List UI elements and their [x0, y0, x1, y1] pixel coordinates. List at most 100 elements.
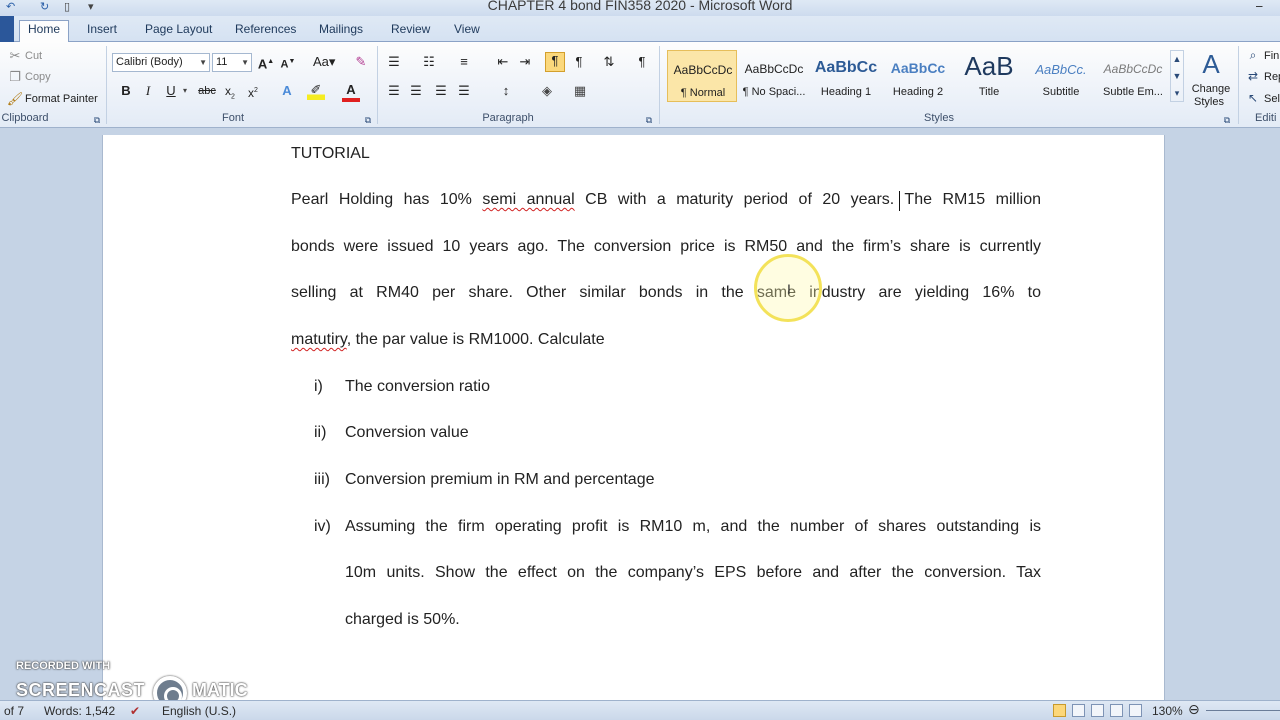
copy-icon: ❐	[9, 69, 21, 84]
justify-icon[interactable]: ☰	[455, 83, 473, 101]
font-size-select[interactable]: 11 ▼	[212, 53, 252, 72]
print-layout-view-icon[interactable]	[1053, 704, 1066, 717]
style-normal[interactable]: AaBbCcDc ¶ Normal	[667, 50, 737, 102]
change-styles-label-2[interactable]: Styles	[1189, 95, 1229, 109]
shading-icon[interactable]: ◈	[538, 83, 556, 101]
draft-view-icon[interactable]	[1129, 704, 1142, 717]
find-icon[interactable]: ⌕	[1244, 47, 1262, 65]
file-tab[interactable]	[0, 16, 14, 42]
list-number: i)	[314, 378, 323, 395]
style-subtitle[interactable]: AaBbCc. Subtitle	[1026, 50, 1096, 102]
subscript-icon[interactable]: x2	[221, 83, 239, 101]
close-window-icon[interactable]: ⎯	[1256, 0, 1272, 13]
web-layout-view-icon[interactable]	[1091, 704, 1104, 717]
spelling-error[interactable]: matutiry	[291, 331, 347, 348]
change-case-icon[interactable]: Aa▾	[313, 54, 335, 72]
cut-button[interactable]: Cut	[25, 49, 42, 63]
line-spacing-icon[interactable]: ↕	[497, 83, 515, 101]
spelling-error[interactable]: semi annual	[482, 191, 574, 208]
superscript-icon[interactable]: x2	[244, 83, 262, 101]
align-left-icon[interactable]: ☰	[385, 83, 403, 101]
underline-icon[interactable]: U	[162, 83, 180, 101]
replace-button[interactable]: Rep	[1264, 70, 1280, 84]
right-to-left-icon[interactable]: ¶	[570, 54, 588, 72]
style-sample: AaBbCc.	[1035, 62, 1087, 77]
watermark-brand-part-1: SCREENCAST	[16, 680, 146, 700]
style-sample: AaBbCcDc	[673, 63, 733, 77]
font-color-icon[interactable]: A	[342, 82, 360, 102]
tab-page-layout[interactable]: Page Layout	[137, 21, 220, 42]
style-no-spacing[interactable]: AaBbCcDc ¶ No Spaci...	[739, 50, 809, 102]
text-effects-icon[interactable]: A	[278, 83, 296, 101]
tab-mailings[interactable]: Mailings	[311, 21, 371, 42]
font-family-select[interactable]: Calibri (Body) ▼	[112, 53, 210, 72]
strikethrough-icon[interactable]: abc	[196, 83, 218, 101]
bold-icon[interactable]: B	[117, 83, 135, 101]
font-size-value: 11	[216, 56, 228, 68]
tab-review[interactable]: Review	[383, 21, 438, 42]
document-page[interactable]: TUTORIAL Pearl Holding has 10% semi annu…	[102, 135, 1165, 705]
proofing-icon[interactable]: ✔	[130, 704, 140, 718]
window-title: CHAPTER 4 bond FIN358 2020 - Microsoft W…	[487, 0, 793, 13]
style-heading-2[interactable]: AaBbCc Heading 2	[883, 50, 953, 102]
clipboard-group-label: Clipboard	[1, 112, 49, 124]
zoom-level[interactable]: 130%	[1152, 704, 1183, 718]
style-title[interactable]: AaB Title	[954, 50, 1024, 102]
find-button[interactable]: Fin	[1264, 49, 1279, 63]
status-bar: of 7 Words: 1,542 ✔ English (U.S.) 130% …	[0, 700, 1280, 720]
outline-view-icon[interactable]	[1110, 704, 1123, 717]
editing-group-label: Editi	[1255, 112, 1277, 124]
grow-font-icon[interactable]: A▲	[257, 54, 275, 72]
text-run: , the par value is RM1000. Calculate	[346, 331, 605, 348]
document-area[interactable]: TUTORIAL Pearl Holding has 10% semi annu…	[0, 128, 1280, 705]
select-button[interactable]: Sel	[1264, 92, 1280, 106]
chevron-down-icon[interactable]: ▾	[181, 83, 189, 101]
show-formatting-icon[interactable]: ¶	[633, 54, 651, 72]
language-indicator[interactable]: English (U.S.)	[162, 704, 236, 718]
tab-view[interactable]: View	[446, 21, 488, 42]
list-item-continued: charged is 50%.	[345, 611, 460, 628]
align-center-icon[interactable]: ☰	[407, 83, 425, 101]
shrink-font-icon[interactable]: A▼	[279, 54, 297, 72]
word-count[interactable]: Words: 1,542	[44, 704, 115, 718]
change-styles-icon[interactable]: A	[1196, 48, 1226, 80]
sort-icon[interactable]: ⇅	[600, 54, 618, 72]
style-sample: AaBbCc	[890, 60, 946, 76]
page-count[interactable]: of 7	[4, 704, 24, 718]
i-beam-cursor-icon: I	[787, 281, 791, 297]
bullets-icon[interactable]: ☰	[385, 54, 403, 72]
tab-insert[interactable]: Insert	[79, 21, 125, 42]
paragraph-line-4: matutiry, the par value is RM1000. Calcu…	[291, 331, 605, 349]
styles-scroll-icon[interactable]: ▲ ▼ ▾	[1170, 50, 1184, 102]
decrease-indent-icon[interactable]: ⇤	[494, 54, 512, 72]
increase-indent-icon[interactable]: ⇥	[516, 54, 534, 72]
tab-home[interactable]: Home	[19, 20, 70, 43]
align-right-icon[interactable]: ☰	[432, 83, 450, 101]
copy-button[interactable]: Copy	[25, 70, 51, 84]
numbering-icon[interactable]: ☷	[420, 54, 438, 72]
left-to-right-icon[interactable]: ¶	[545, 52, 565, 72]
clear-formatting-icon[interactable]: ✎	[352, 54, 370, 72]
text-caret	[899, 191, 900, 211]
borders-icon[interactable]: ▦	[571, 83, 589, 101]
style-subtle-emphasis[interactable]: AaBbCcDc Subtle Em...	[1098, 50, 1168, 102]
list-number: iii)	[314, 471, 330, 488]
paragraph-line-1: Pearl Holding has 10% semi annual CB wit…	[291, 191, 1041, 209]
tab-references[interactable]: References	[227, 21, 304, 42]
style-heading-1[interactable]: AaBbCc Heading 1	[811, 50, 881, 102]
highlight-icon[interactable]: ✐	[307, 82, 325, 100]
replace-icon[interactable]: ⇄	[1244, 68, 1262, 86]
list-item: The conversion ratio	[345, 378, 490, 395]
italic-icon[interactable]: I	[139, 83, 157, 101]
ribbon-tabs: Home Insert Page Layout References Maili…	[0, 16, 1280, 43]
multilevel-list-icon[interactable]: ≡	[455, 54, 473, 72]
list-item: Assuming the firm operating profit is RM…	[345, 518, 1041, 535]
zoom-slider[interactable]	[1206, 710, 1280, 711]
style-name: ¶ Normal	[680, 87, 726, 99]
select-icon[interactable]: ↖	[1244, 90, 1262, 108]
format-painter-button[interactable]: Format Painter	[25, 92, 98, 106]
change-styles-label-1[interactable]: Change	[1191, 82, 1231, 96]
style-name: Title	[978, 86, 1000, 98]
zoom-out-icon[interactable]: ⊖	[1188, 701, 1200, 718]
full-screen-reading-view-icon[interactable]	[1072, 704, 1085, 717]
